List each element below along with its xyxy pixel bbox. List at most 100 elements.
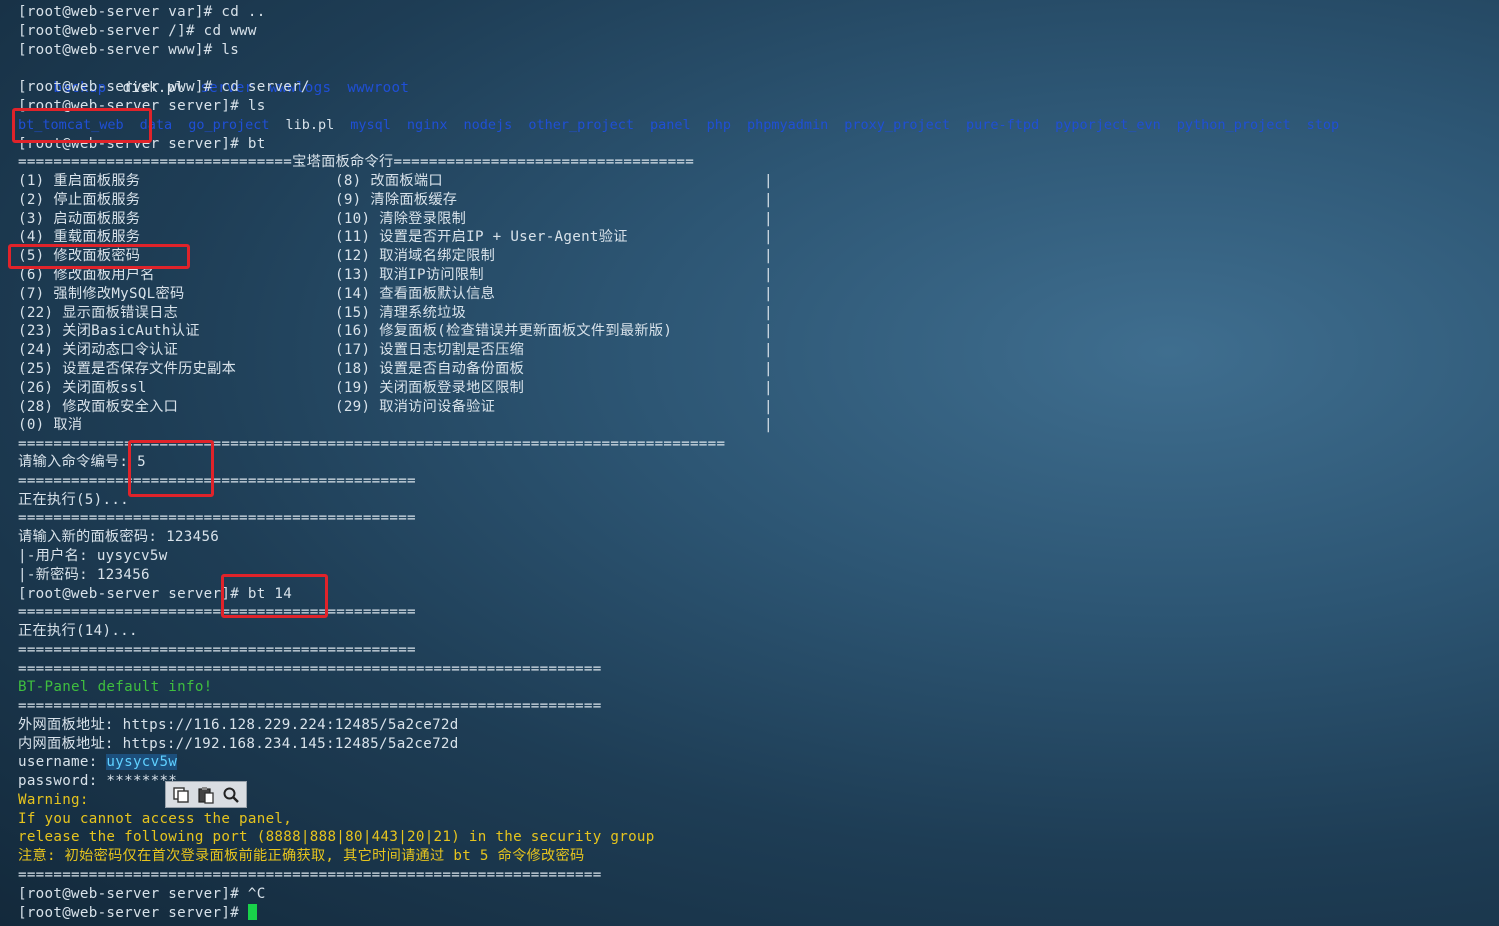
rule: ========================================… <box>18 661 602 677</box>
menu-option: (2) 停止面板服务 <box>18 191 141 208</box>
dir-entry: nginx <box>406 117 448 133</box>
search-icon <box>223 787 239 803</box>
menu-row: (0) 取消 | <box>18 416 773 435</box>
menu-option: (14) 查看面板默认信息 <box>335 285 496 302</box>
menu-border: | <box>764 342 773 359</box>
menu-option: (7) 强制修改MySQL密码 <box>18 285 185 302</box>
menu-top-rule: ===============================宝塔面板命令行==… <box>18 154 695 170</box>
menu-border: | <box>764 379 773 396</box>
dir-entry: pure-ftpd <box>965 117 1040 133</box>
dir-entry: go_project <box>188 117 270 133</box>
status-line: 正在执行(14)... <box>18 623 138 639</box>
text-cursor <box>247 904 257 920</box>
menu-border: | <box>764 173 773 189</box>
dir-entry: python_project <box>1176 117 1291 133</box>
dir-entry: proxy_project <box>844 117 950 133</box>
menu-option: (3) 启动面板服务 <box>18 210 141 227</box>
terminal-line: [root@web-server /]# cd www <box>18 23 257 39</box>
menu-option: (19) 关闭面板登录地区限制 <box>335 379 525 396</box>
menu-row: (1) 重启面板服务 (8) 改面板端口 | <box>18 172 773 191</box>
rule: ========================================… <box>18 510 416 526</box>
selection-toolbar <box>165 781 247 808</box>
file-entry: lib.pl <box>285 117 335 133</box>
copy-button[interactable] <box>170 784 192 806</box>
menu-border: | <box>764 229 773 246</box>
terminal-line: [root@web-server www]# cd server/ <box>18 79 310 95</box>
annotation-box <box>12 108 152 143</box>
paste-button[interactable] <box>195 784 217 806</box>
menu-row: (24) 关闭动态口令认证 (17) 设置日志切割是否压缩 | <box>18 341 773 360</box>
terminal-line: 请输入新的面板密码: 123456 <box>18 529 220 545</box>
menu-option: (16) 修复面板(检查错误并更新面板文件到最新版) <box>335 323 673 340</box>
password-line: password: ******** <box>18 773 178 789</box>
rule: ========================================… <box>18 867 602 883</box>
menu-border: | <box>764 417 773 434</box>
terminal-line: [root@web-server server]# ^C <box>18 886 266 902</box>
menu-border: | <box>764 210 773 227</box>
terminal-line: [root@web-server www]# ls <box>18 42 240 58</box>
menu-option: (28) 修改面板安全入口 <box>18 398 179 415</box>
annotation-box <box>128 440 214 497</box>
terminal-line: [root@web-server var]# cd .. <box>18 4 266 20</box>
menu-option: (12) 取消域名绑定限制 <box>335 248 496 265</box>
username-label: username: <box>18 754 107 770</box>
menu-row: (2) 停止面板服务 (9) 清除面板缓存 | <box>18 191 773 210</box>
menu-option: (13) 取消IP访问限制 <box>335 267 484 283</box>
menu-option: (29) 取消访问设备验证 <box>335 398 496 415</box>
username-selection[interactable]: uysycv5w <box>106 754 178 770</box>
paste-icon <box>198 786 214 804</box>
menu-option: (23) 关闭BasicAuth认证 <box>18 323 200 340</box>
menu-option: (18) 设置是否自动备份面板 <box>335 361 525 377</box>
prompt-text: [root@web-server server]# <box>18 905 248 921</box>
menu-option: (4) 重载面板服务 <box>18 229 141 246</box>
dir-entry: wwwroot <box>347 80 410 96</box>
menu-option: (11) 设置是否开启IP + User-Agent验证 <box>335 229 628 246</box>
info-heading: BT-Panel default info! <box>18 679 213 695</box>
annotation-box <box>8 244 190 269</box>
rule: ========================================… <box>18 698 602 714</box>
active-prompt[interactable]: [root@web-server server]# <box>18 904 257 923</box>
menu-option: (24) 关闭动态口令认证 <box>18 342 179 359</box>
menu-row: (7) 强制修改MySQL密码 (14) 查看面板默认信息 | <box>18 285 773 304</box>
menu-row: (23) 关闭BasicAuth认证 (16) 修复面板(检查错误并更新面板文件到… <box>18 322 773 341</box>
menu-border: | <box>764 191 773 208</box>
inner-url[interactable]: 内网面板地址: https://192.168.234.145:12485/5a… <box>18 735 459 754</box>
copy-icon <box>173 786 190 803</box>
menu-border: | <box>764 285 773 302</box>
warning-text: release the following port (8888|888|80|… <box>18 829 655 845</box>
warning-label: Warning: <box>18 792 89 808</box>
command-prompt: 请输入命令编号: 5 <box>18 454 146 470</box>
terminal-line: |-新密码: 123456 <box>18 567 150 583</box>
menu-row: (25) 设置是否保存文件历史副本 (18) 设置是否自动备份面板 | <box>18 360 773 379</box>
menu-border: | <box>764 323 773 340</box>
dir-entry: phpmyadmin <box>747 117 829 133</box>
dir-entry: nodejs <box>463 117 513 133</box>
warning-note: 注意: 初始密码仅在首次登录面板前能正确获取, 其它时间请通过 bt 5 命令修… <box>18 848 585 864</box>
username-line: username: uysycv5w <box>18 753 178 772</box>
dir-entry: panel <box>649 117 691 133</box>
dir-entry: mysql <box>350 117 391 133</box>
menu-border: | <box>764 398 773 415</box>
menu-option: (26) 关闭面板ssl <box>18 379 147 396</box>
search-button[interactable] <box>220 784 242 806</box>
rule: ========================================… <box>18 642 416 658</box>
menu-option: (25) 设置是否保存文件历史副本 <box>18 361 237 377</box>
menu-option: (0) 取消 <box>18 417 83 434</box>
menu-row: (22) 显示面板错误日志 (15) 清理系统垃圾 | <box>18 304 773 323</box>
dir-entry: pyporject_evn <box>1055 117 1161 133</box>
annotation-box <box>221 574 328 618</box>
menu-option: (17) 设置日志切割是否压缩 <box>335 342 525 359</box>
status-line: 正在执行(5)... <box>18 492 129 508</box>
menu-border: | <box>764 267 773 283</box>
menu-row: (3) 启动面板服务 (10) 清除登录限制 | <box>18 210 773 229</box>
menu-row: (26) 关闭面板ssl (19) 关闭面板登录地区限制 | <box>18 379 773 398</box>
terminal-line: |-用户名: uysycv5w <box>18 548 168 564</box>
menu-option: (10) 清除登录限制 <box>335 210 467 227</box>
menu-option: (1) 重启面板服务 <box>18 173 141 189</box>
outer-url[interactable]: 外网面板地址: https://116.128.229.224:12485/5a… <box>18 716 459 735</box>
menu-option: (15) 清理系统垃圾 <box>335 304 467 321</box>
dir-entry: stop <box>1306 117 1340 133</box>
menu-option: (22) 显示面板错误日志 <box>18 304 179 321</box>
dir-entry: php <box>706 117 732 133</box>
server-listing: bt_tomcat_web data go_project lib.pl mysql ng… <box>18 116 1355 135</box>
